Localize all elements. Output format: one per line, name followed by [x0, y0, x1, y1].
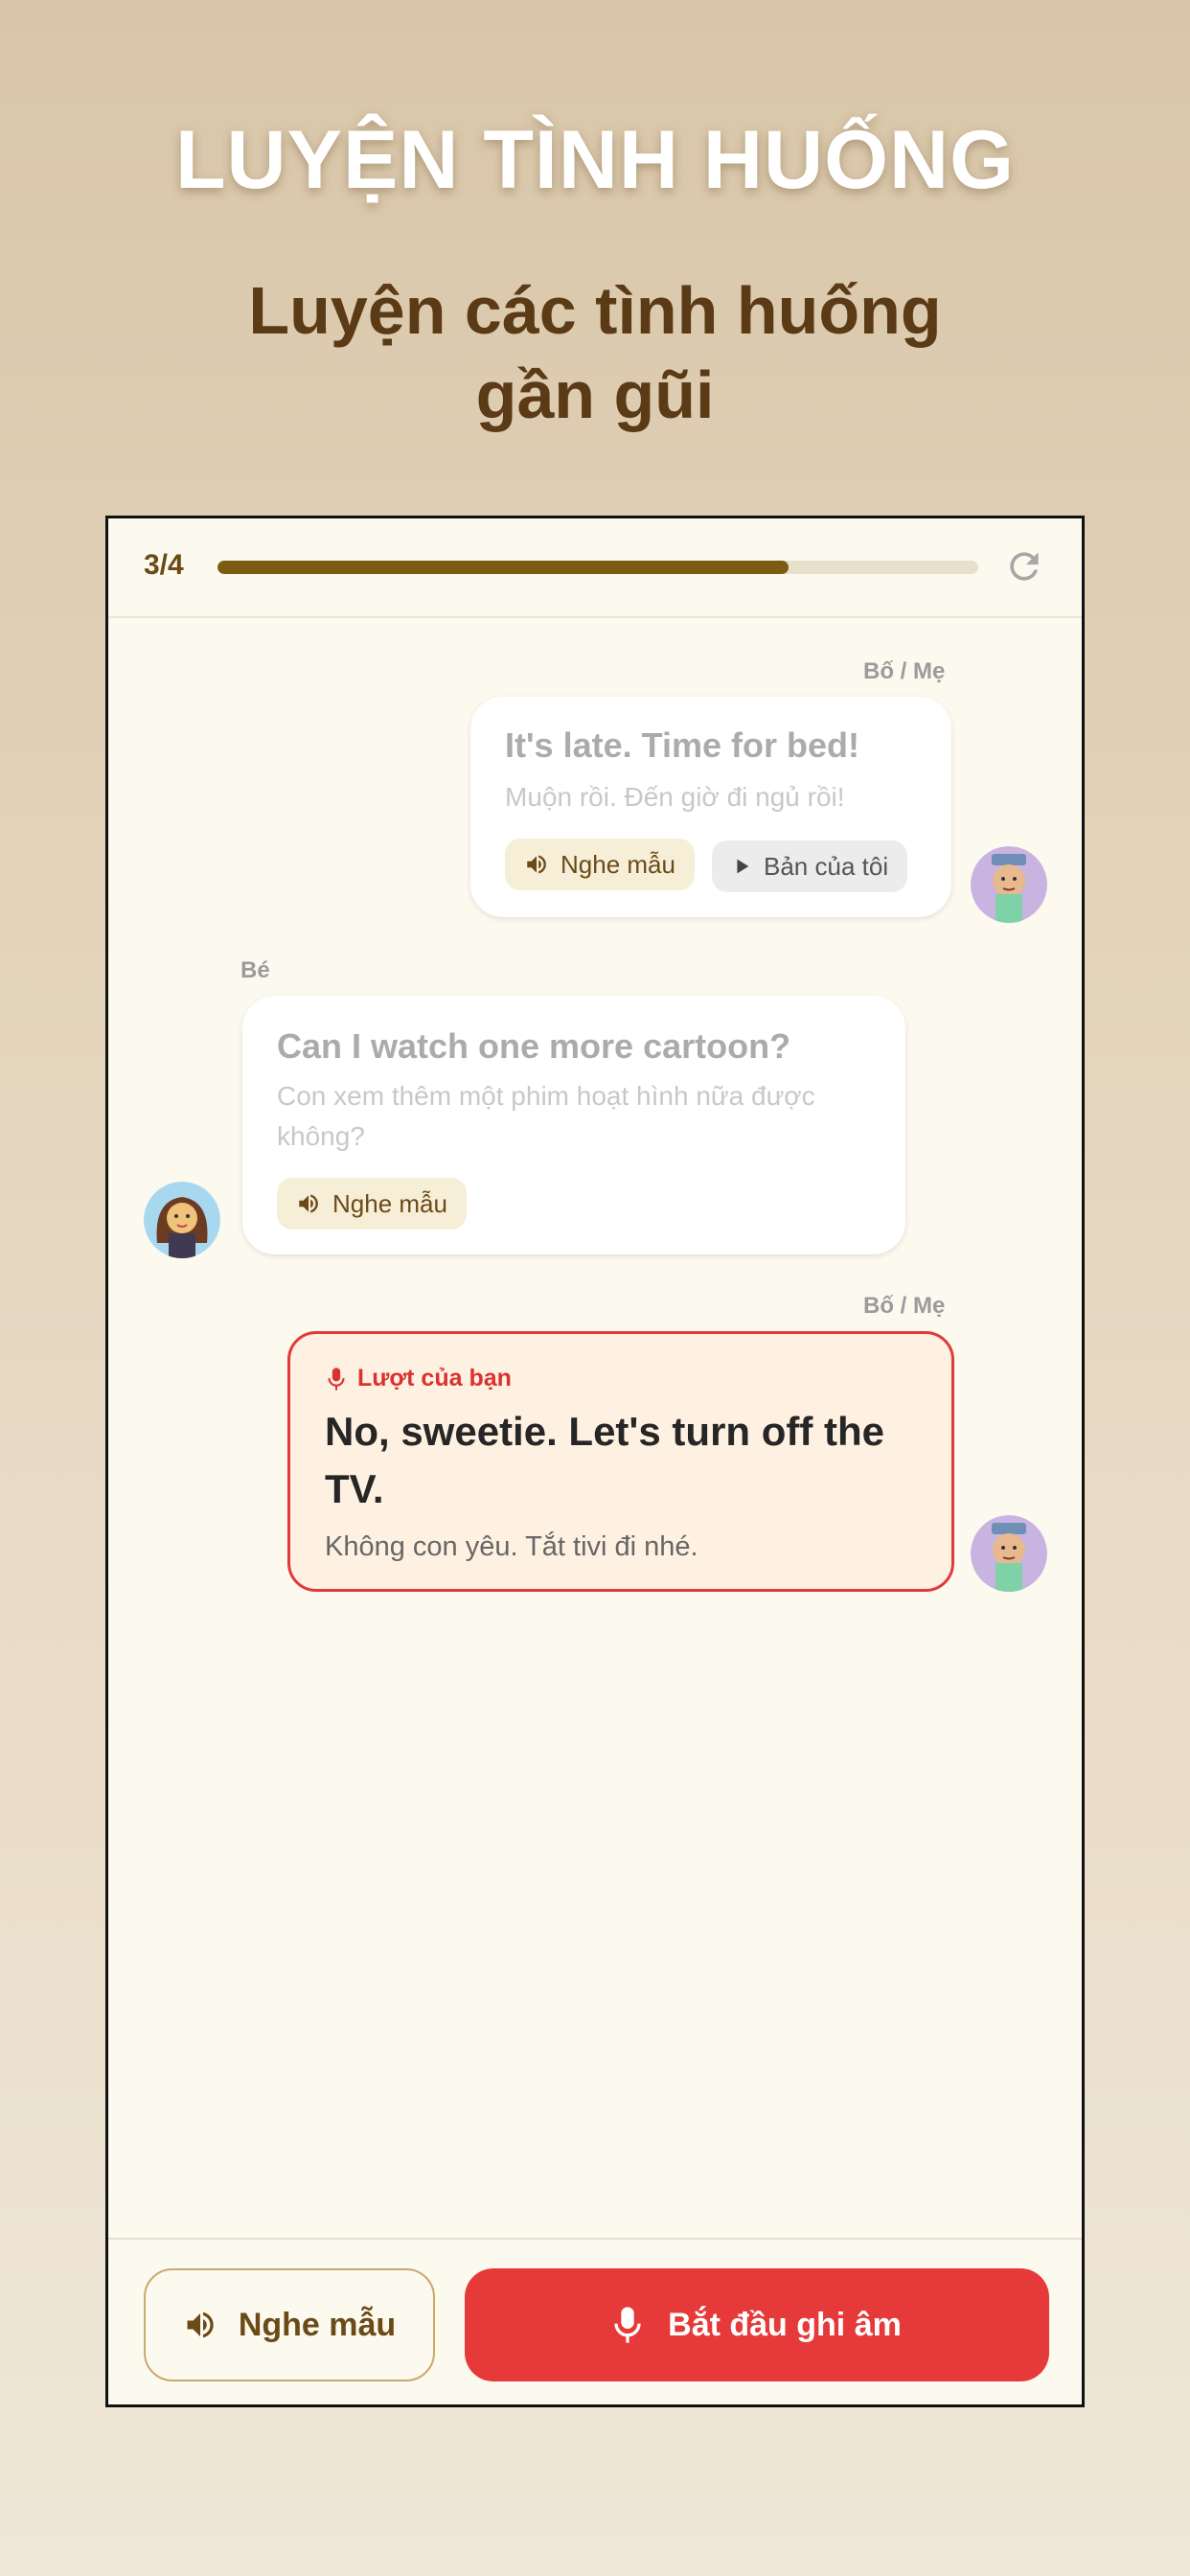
listen-sample-label: Nghe mẫu: [561, 849, 675, 879]
message-vietnamese: Con xem thêm một phim hoạt hình nữa được…: [277, 1081, 815, 1151]
message-bubble-parent: It's late. Time for bed! Muộn rồi. Đến g…: [470, 697, 951, 917]
listen-sample-main-label: Nghe mẫu: [238, 2306, 397, 2343]
hero-subtitle: Luyện các tình huống gần gũi: [164, 268, 1026, 437]
microphone-icon: [614, 2307, 641, 2343]
your-turn-label: Lượt của bạn: [327, 1365, 512, 1392]
play-icon: [737, 859, 749, 874]
message-vietnamese: Muộn rồi. Đến giờ đi ngủ rồi!: [505, 782, 845, 812]
turn-vietnamese: Không con yêu. Tắt tivi đi nhé.: [325, 1531, 698, 1562]
hero-subtitle-line-1: Luyện các tình huống: [248, 273, 942, 348]
listen-sample-label: Nghe mẫu: [332, 1188, 447, 1218]
progress-bar: [217, 561, 978, 574]
parent-avatar: [971, 1515, 1047, 1592]
microphone-icon: [328, 1367, 345, 1391]
parent-avatar: [971, 846, 1047, 923]
listen-sample-button[interactable]: Nghe mẫu: [505, 839, 695, 890]
speaker-icon: [527, 855, 546, 874]
phone-screen: 3/4 Bố / Mẹ It's late. Time for bed! Muộ…: [105, 516, 1085, 2407]
listen-sample-main-button[interactable]: Nghe mẫu: [144, 2268, 435, 2381]
your-turn-bubble: Lượt của bạn No, sweetie. Let's turn off…: [287, 1331, 954, 1592]
speaker-icon: [187, 2312, 214, 2338]
speaker-label-child: Bé: [240, 957, 270, 983]
message-bubble-child: Can I watch one more cartoon? Con xem th…: [242, 996, 905, 1254]
refresh-icon[interactable]: [1003, 545, 1045, 587]
speaker-label-parent: Bố / Mẹ: [863, 658, 946, 684]
my-recording-button[interactable]: Bản của tôi: [712, 840, 908, 892]
bottom-action-bar: Nghe mẫu Bắt đầu ghi âm: [108, 2238, 1082, 2404]
step-counter: 3/4: [144, 549, 184, 581]
message-english: It's late. Time for bed!: [505, 725, 859, 765]
my-recording-label: Bản của tôi: [764, 851, 889, 881]
hero-title: LUYỆN TÌNH HUỐNG: [175, 114, 1015, 206]
child-avatar: [144, 1182, 220, 1258]
hero-subtitle-line-2: gần gũi: [475, 357, 715, 432]
your-turn-text: Lượt của bạn: [357, 1365, 512, 1392]
listen-sample-button[interactable]: Nghe mẫu: [277, 1178, 467, 1230]
top-bar: 3/4: [108, 518, 1082, 618]
speaker-label-parent: Bố / Mẹ: [863, 1293, 946, 1319]
start-recording-button[interactable]: Bắt đầu ghi âm: [465, 2268, 1049, 2381]
start-recording-label: Bắt đầu ghi âm: [668, 2306, 902, 2343]
progress-fill: [217, 561, 789, 574]
speaker-icon: [299, 1194, 318, 1213]
turn-english: No, sweetie. Let's turn off the TV.: [325, 1409, 885, 1511]
message-english: Can I watch one more cartoon?: [277, 1026, 791, 1066]
